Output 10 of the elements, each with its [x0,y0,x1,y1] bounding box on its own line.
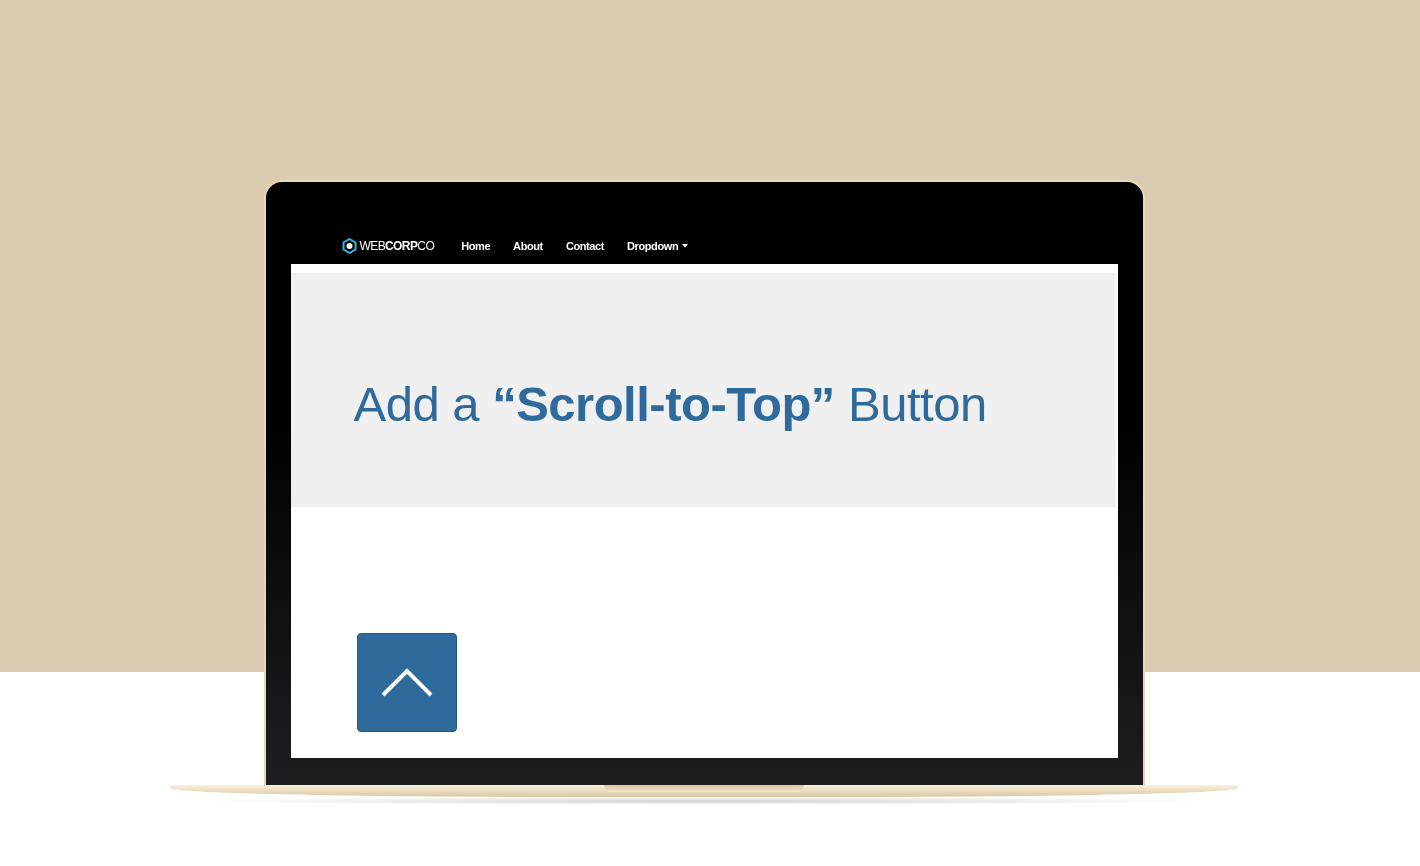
nav-link[interactable]: Home [461,240,491,252]
scroll-to-top-button[interactable] [356,633,457,732]
nav-link[interactable]: Contact [565,240,605,252]
hexagon-logo-icon [341,238,357,254]
brand-name[interactable]: WEBCORPCO [359,239,435,253]
page-title: Add a “Scroll-to-Top” Button [353,376,987,432]
nav-link[interactable]: About [513,240,543,252]
caret-icon [682,244,689,248]
dropdown-menu[interactable]: Dropdown [627,240,689,252]
chevron-up-icon [380,667,433,698]
